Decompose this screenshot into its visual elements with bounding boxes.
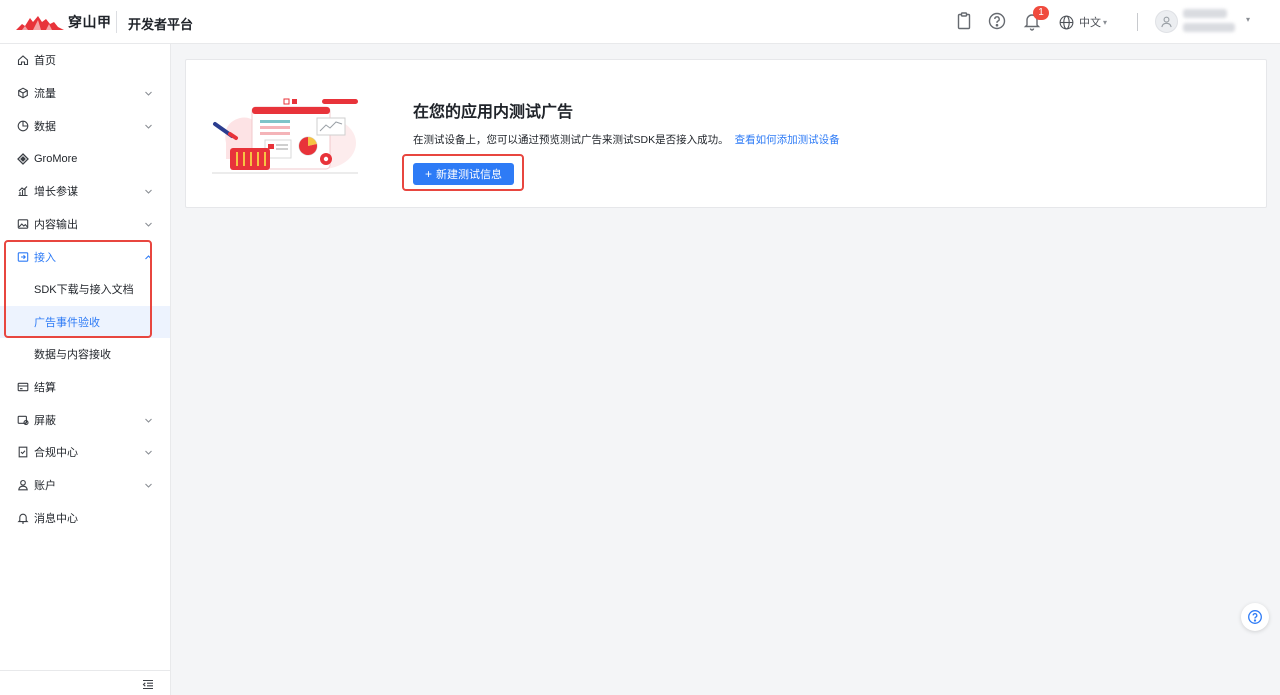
how-to-add-test-device-link[interactable]: 查看如何添加测试设备 (735, 134, 840, 146)
card-icon (17, 381, 29, 393)
help-icon[interactable] (987, 11, 1007, 31)
avatar[interactable] (1155, 10, 1178, 33)
cube-icon (17, 87, 29, 99)
plus-icon: + (424, 167, 432, 181)
sidebar-item-ad-event-verification[interactable]: 广告事件验收 (0, 306, 170, 338)
document-check-icon (17, 446, 29, 458)
chevron-down-icon (144, 187, 153, 196)
chevron-down-icon (144, 448, 153, 457)
language-selector[interactable]: 中文 ▾ (1058, 12, 1107, 32)
growth-chart-icon (17, 185, 29, 197)
chevron-down-icon (144, 220, 153, 229)
collapse-menu-icon[interactable] (142, 679, 154, 690)
chevron-down-icon (144, 481, 153, 490)
description-text: 在测试设备上，您可以通过预览测试广告来测试SDK是否接入成功。 (413, 134, 729, 146)
caret-down-icon: ▾ (1103, 17, 1108, 27)
sidebar-item-gromore[interactable]: GroMore (0, 143, 170, 175)
test-ads-illustration (212, 98, 358, 174)
integration-icon (17, 251, 29, 263)
top-header: 穿山甲 开发者平台 1 中文 ▾ ▾ (0, 0, 1280, 44)
sidebar-item-settlement[interactable]: 结算 (0, 371, 170, 403)
test-ads-card: 在您的应用内测试广告 在测试设备上，您可以通过预览测试广告来测试SDK是否接入成… (185, 59, 1267, 208)
sidebar-item-growth-advisor[interactable]: 增长参谋 (0, 175, 170, 207)
question-circle-icon (1248, 610, 1262, 624)
pie-chart-icon (17, 120, 29, 132)
user-menu-caret-icon[interactable]: ▾ (1246, 15, 1250, 24)
header-separator (1137, 13, 1138, 31)
sidebar-item-sdk-docs[interactable]: SDK下载与接入文档 (0, 273, 170, 305)
notification-badge: 1 (1033, 6, 1049, 20)
floating-help-button[interactable] (1241, 603, 1269, 631)
new-test-info-label: 新建测试信息 (436, 169, 502, 181)
diamond-icon (17, 153, 29, 165)
pangolin-logo-icon (16, 16, 64, 30)
chevron-down-icon (144, 89, 153, 98)
brand-logo[interactable]: 穿山甲 (16, 12, 112, 32)
logo-text: 穿山甲 (68, 14, 112, 30)
sidebar-item-data-content-receive[interactable]: 数据与内容接收 (0, 338, 170, 370)
clipboard-icon[interactable] (954, 11, 974, 31)
blurred-username (1183, 9, 1239, 35)
new-test-info-button[interactable]: + 新建测试信息 (413, 163, 514, 185)
page-title: 在您的应用内测试广告 (413, 104, 574, 121)
language-label: 中文 (1079, 17, 1101, 29)
sidebar-item-traffic[interactable]: 流量 (0, 77, 170, 109)
sidebar: 首页 流量 数据 GroMore 增长参谋 内容输出 接入 SDK下载与接入文档… (0, 44, 171, 695)
sidebar-item-data[interactable]: 数据 (0, 110, 170, 142)
block-icon (17, 414, 29, 426)
globe-icon (1059, 15, 1074, 29)
header-divider (116, 11, 117, 33)
sidebar-item-home[interactable]: 首页 (0, 44, 170, 76)
chevron-down-icon (144, 416, 153, 425)
user-icon (1161, 16, 1172, 28)
user-icon (17, 479, 29, 491)
chevron-up-icon (144, 253, 153, 262)
sidebar-item-account[interactable]: 账户 (0, 469, 170, 501)
sidebar-item-message-center[interactable]: 消息中心 (0, 502, 170, 534)
image-icon (17, 218, 29, 230)
home-icon (17, 54, 29, 66)
bell-icon (17, 512, 29, 524)
page-description: 在测试设备上，您可以通过预览测试广告来测试SDK是否接入成功。 查看如何添加测试设… (413, 132, 840, 147)
sidebar-item-compliance[interactable]: 合规中心 (0, 436, 170, 468)
sidebar-item-blocking[interactable]: 屏蔽 (0, 404, 170, 436)
platform-title: 开发者平台 (128, 17, 194, 32)
sidebar-item-integration[interactable]: 接入 (0, 241, 170, 273)
sidebar-footer (0, 670, 170, 695)
sidebar-item-content-output[interactable]: 内容输出 (0, 208, 170, 240)
chevron-down-icon (144, 122, 153, 131)
